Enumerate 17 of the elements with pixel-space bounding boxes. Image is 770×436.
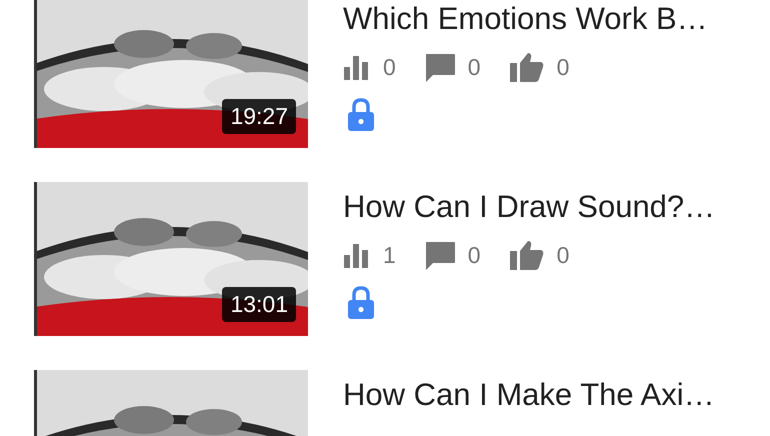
thumbs-up-icon <box>508 51 545 83</box>
like-count: 0 <box>556 54 570 80</box>
comment-icon <box>424 51 456 83</box>
comment-count: 0 <box>468 54 481 80</box>
bar-chart-icon <box>343 53 371 81</box>
video-title[interactable]: How Can I Draw Sound?… <box>343 188 716 226</box>
duration-badge: 19:27 <box>222 99 296 134</box>
video-title[interactable]: Which Emotions Work B… <box>343 0 708 38</box>
comment-icon <box>424 239 456 271</box>
comment-count: 0 <box>468 242 481 268</box>
like-count: 0 <box>556 242 570 268</box>
view-count: 1 <box>383 242 396 268</box>
thumbs-up-icon <box>508 239 545 271</box>
view-count: 0 <box>383 54 396 80</box>
video-title[interactable]: How Can I Make The Axi… <box>343 376 715 414</box>
duration-badge: 13:01 <box>222 287 296 322</box>
bar-chart-icon <box>343 241 371 269</box>
